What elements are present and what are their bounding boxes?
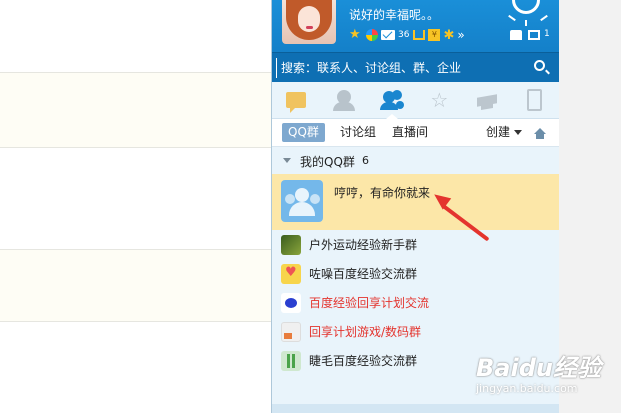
subtab-live[interactable]: 直播间: [392, 123, 428, 142]
avatar[interactable]: [282, 0, 336, 44]
weather-sun-icon[interactable]: [512, 0, 540, 14]
list-item[interactable]: 户外运动经验新手群: [272, 230, 559, 259]
main-tabs: ☆: [272, 82, 559, 119]
group-section-label: 我的QQ群: [300, 155, 355, 169]
tab-favorites[interactable]: ☆: [415, 82, 463, 118]
group-name: 户外运动经验新手群: [309, 238, 418, 252]
group-name: 回享计划游戏/数码群: [309, 325, 422, 339]
phone-icon: [527, 89, 543, 111]
background-divider-4: [0, 321, 271, 322]
mail-icon[interactable]: [381, 30, 395, 40]
profile-header: 说好的幸福呢。。 ★ 36 ¥ ✱ » 1: [272, 0, 559, 52]
list-item[interactable]: 回享计划游戏/数码群: [272, 317, 559, 346]
contact-icon: [332, 90, 355, 111]
search-icon[interactable]: [534, 60, 545, 71]
list-item[interactable]: 咗噪百度经验交流群: [272, 259, 559, 288]
tab-contacts[interactable]: [320, 82, 368, 118]
cap-icon: [477, 93, 498, 107]
search-input[interactable]: [276, 58, 535, 78]
group-name: 咗噪百度经验交流群: [309, 267, 418, 281]
group-icon: [281, 322, 301, 342]
tab-groups[interactable]: [368, 82, 416, 119]
group-icon: [281, 264, 301, 284]
group-icon: [281, 293, 301, 313]
group-icon: [281, 351, 301, 371]
background-band-1: [0, 72, 271, 147]
group-icon: [281, 235, 301, 255]
message-box-icon[interactable]: [528, 30, 540, 40]
group-name: 百度经验回享计划交流: [309, 296, 430, 310]
home-icon[interactable]: [534, 128, 546, 139]
watermark-logo: Baidu经验: [476, 354, 601, 382]
panel-bottom-bar: [272, 404, 559, 413]
tab-classroom[interactable]: [463, 82, 511, 118]
background-divider-3: [0, 249, 271, 250]
tab-phone[interactable]: [511, 82, 559, 118]
cart-icon[interactable]: [413, 30, 426, 40]
subtab-discussion[interactable]: 讨论组: [340, 123, 376, 142]
group-name: 睫毛百度经验交流群: [309, 354, 418, 368]
tab-chat[interactable]: [272, 82, 320, 118]
background-divider-1: [0, 72, 271, 73]
sub-tabs: QQ群 讨论组 直播间 创建: [272, 119, 559, 147]
shirt-icon[interactable]: [510, 30, 522, 40]
group-icon: [380, 90, 403, 110]
person-icon[interactable]: ✱: [443, 28, 454, 43]
collapse-arrow-icon: [283, 158, 291, 163]
favorite-icon: ☆: [430, 88, 449, 112]
more-icon[interactable]: »: [457, 28, 464, 42]
list-item[interactable]: 百度经验回享计划交流: [272, 288, 559, 317]
watermark-url: jingyan.baidu.com: [476, 382, 578, 395]
subtab-qq-group[interactable]: QQ群: [282, 123, 325, 142]
signature-text[interactable]: 说好的幸福呢。。: [349, 6, 439, 23]
chat-icon: [285, 92, 306, 113]
mail-count: 36: [398, 30, 410, 40]
featured-group-item[interactable]: 哼哼，有命你就来: [272, 174, 559, 230]
sun-ray: [508, 14, 516, 22]
box-icon[interactable]: ¥: [428, 29, 441, 41]
color-circle-icon[interactable]: [366, 29, 378, 41]
status-icons: ★ 36 ¥ ✱ »: [349, 26, 468, 44]
group-avatar: [281, 180, 323, 222]
search-bar: [272, 52, 559, 83]
create-button[interactable]: 创建: [486, 123, 523, 142]
group-section-count: 6: [362, 154, 369, 167]
sun-ray: [540, 14, 548, 22]
featured-group-name: 哼哼，有命你就来: [334, 186, 431, 200]
create-label: 创建: [486, 125, 511, 139]
star-icon[interactable]: ★: [349, 28, 363, 42]
sun-ray: [525, 20, 527, 26]
background-band-2: [0, 249, 271, 321]
chevron-down-icon: [514, 130, 523, 135]
message-count: 1: [544, 29, 550, 39]
background-divider-2: [0, 147, 271, 148]
group-section-header[interactable]: 我的QQ群 6: [272, 148, 559, 174]
